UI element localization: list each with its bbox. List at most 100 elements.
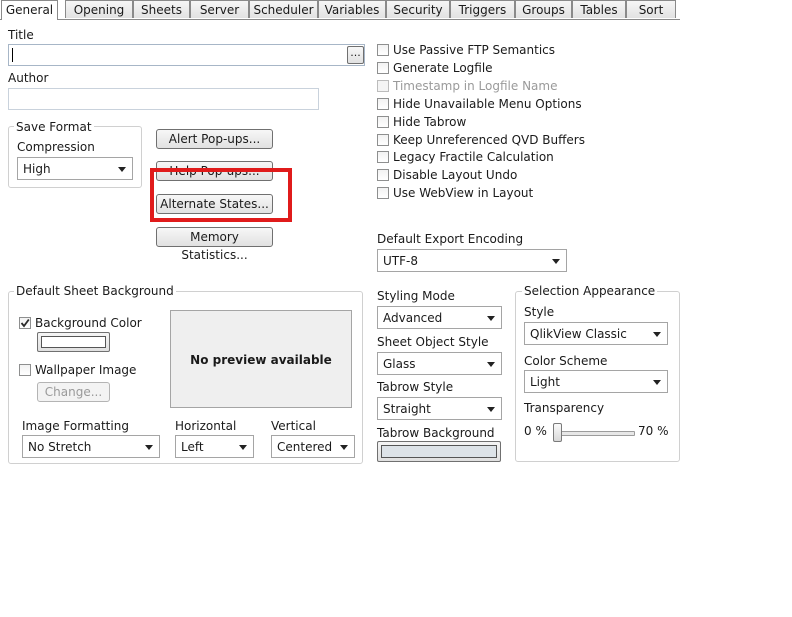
checkbox-label: Legacy Fractile Calculation — [393, 150, 554, 164]
title-input[interactable] — [8, 44, 365, 66]
styling-mode-label: Styling Mode — [377, 289, 455, 303]
checkbox-label: Hide Unavailable Menu Options — [393, 97, 582, 111]
horizontal-select[interactable]: Left — [175, 435, 254, 458]
author-input[interactable] — [8, 88, 319, 110]
chevron-down-icon — [487, 316, 495, 321]
background-color-checkbox[interactable] — [19, 317, 31, 329]
tab-triggers[interactable]: Triggers — [450, 0, 515, 18]
tabrow-background-label: Tabrow Background — [377, 426, 495, 440]
chevron-down-icon — [487, 407, 495, 412]
export-encoding-select[interactable]: UTF-8 — [377, 249, 567, 272]
checkbox-hide-unavailable-menu-options[interactable] — [377, 98, 389, 110]
tab-variables[interactable]: Variables — [318, 0, 386, 18]
tab-scheduler[interactable]: Scheduler — [249, 0, 318, 18]
checkbox-label: Hide Tabrow — [393, 115, 467, 129]
image-formatting-value: No Stretch — [28, 440, 92, 454]
wallpaper-image-checkbox[interactable] — [19, 364, 31, 376]
memory-statistics-button[interactable]: Memory Statistics... — [156, 227, 273, 262]
background-color-swatch — [41, 336, 106, 348]
checkbox-use-webview-in-layout[interactable] — [377, 187, 389, 199]
preview-text: No preview available — [190, 353, 332, 367]
checkbox-label: Generate Logfile — [393, 61, 493, 75]
transparency-slider-track[interactable] — [553, 431, 635, 436]
change-wallpaper-button[interactable]: Change... — [37, 382, 110, 402]
tab-strip-divider — [0, 19, 680, 20]
vertical-label: Vertical — [271, 419, 316, 433]
text-cursor — [12, 48, 13, 62]
tab-sheets[interactable]: Sheets — [133, 0, 190, 18]
selection-style-select[interactable]: QlikView Classic — [524, 322, 668, 345]
checkbox-timestamp-in-logfile-name[interactable] — [377, 80, 389, 92]
color-scheme-label: Color Scheme — [524, 354, 608, 368]
tabrow-background-button[interactable] — [377, 441, 501, 462]
chevron-down-icon — [487, 362, 495, 367]
chevron-down-icon — [145, 445, 153, 450]
checkbox-legacy-fractile-calculation[interactable] — [377, 151, 389, 163]
chevron-down-icon — [340, 445, 348, 450]
sheet-object-style-value: Glass — [383, 357, 416, 371]
chevron-down-icon — [653, 332, 661, 337]
image-formatting-label: Image Formatting — [22, 419, 129, 433]
tab-general[interactable]: General — [1, 0, 58, 20]
tabrow-style-value: Straight — [383, 402, 431, 416]
color-scheme-select[interactable]: Light — [524, 370, 668, 393]
tabrow-style-select[interactable]: Straight — [377, 397, 502, 420]
checkbox-label: Use WebView in Layout — [393, 186, 534, 200]
transparency-label: Transparency — [524, 401, 605, 415]
chevron-down-icon — [118, 167, 126, 172]
transparency-slider-thumb[interactable] — [553, 423, 562, 442]
image-formatting-select[interactable]: No Stretch — [22, 435, 160, 458]
horizontal-value: Left — [181, 440, 204, 454]
sheet-object-style-label: Sheet Object Style — [377, 335, 489, 349]
transparency-min-label: 0 % — [524, 424, 547, 438]
background-color-button[interactable] — [37, 332, 110, 352]
checkbox-label: Use Passive FTP Semantics — [393, 43, 556, 57]
selection-style-label: Style — [524, 305, 555, 319]
transparency-max-label: 70 % — [638, 424, 669, 438]
selection-appearance-group-label: Selection Appearance — [522, 284, 658, 298]
save-format-group-label: Save Format — [14, 120, 94, 134]
tab-tables[interactable]: Tables — [572, 0, 626, 18]
horizontal-label: Horizontal — [175, 419, 237, 433]
checkbox-label: Timestamp in Logfile Name — [393, 79, 558, 93]
chevron-down-icon — [239, 445, 247, 450]
highlight-box — [150, 168, 292, 222]
sheet-background-group-label: Default Sheet Background — [14, 284, 176, 298]
tabrow-background-swatch — [381, 445, 497, 458]
checkbox-use-passive-ftp-semantics[interactable] — [377, 44, 389, 56]
checkbox-keep-unreferenced-qvd-buffers[interactable] — [377, 134, 389, 146]
export-encoding-value: UTF-8 — [383, 254, 418, 268]
checkbox-label: Disable Layout Undo — [393, 168, 518, 182]
tab-groups[interactable]: Groups — [515, 0, 572, 18]
wallpaper-preview: No preview available — [170, 310, 352, 408]
checkbox-hide-tabrow[interactable] — [377, 116, 389, 128]
tab-security[interactable]: Security — [386, 0, 450, 18]
chevron-down-icon — [552, 259, 560, 264]
tab-server[interactable]: Server — [190, 0, 249, 18]
styling-mode-select[interactable]: Advanced — [377, 306, 502, 329]
export-encoding-label: Default Export Encoding — [377, 232, 524, 246]
alert-popups-button[interactable]: Alert Pop-ups... — [156, 129, 273, 149]
title-browse-button[interactable]: ... — [347, 46, 364, 64]
styling-mode-value: Advanced — [383, 311, 443, 325]
checkbox-label: Keep Unreferenced QVD Buffers — [393, 133, 585, 147]
tab-opening[interactable]: Opening — [65, 0, 133, 18]
checkbox-disable-layout-undo[interactable] — [377, 169, 389, 181]
title-label: Title — [8, 28, 34, 42]
author-label: Author — [8, 71, 49, 85]
tabrow-style-label: Tabrow Style — [377, 380, 454, 394]
sheet-object-style-select[interactable]: Glass — [377, 352, 502, 375]
selection-style-value: QlikView Classic — [530, 327, 627, 341]
wallpaper-image-label: Wallpaper Image — [35, 363, 137, 377]
background-color-label: Background Color — [35, 316, 142, 330]
compression-select[interactable]: High — [17, 157, 133, 180]
color-scheme-value: Light — [530, 375, 560, 389]
chevron-down-icon — [653, 380, 661, 385]
vertical-value: Centered — [277, 440, 333, 454]
tab-sort[interactable]: Sort — [626, 0, 676, 18]
check-icon — [20, 318, 30, 328]
compression-label: Compression — [17, 140, 95, 154]
compression-value: High — [23, 162, 51, 176]
vertical-select[interactable]: Centered — [271, 435, 355, 458]
checkbox-generate-logfile[interactable] — [377, 62, 389, 74]
